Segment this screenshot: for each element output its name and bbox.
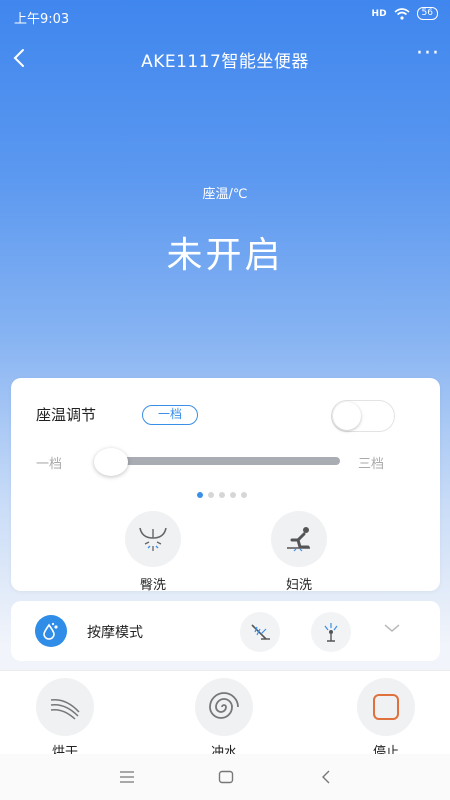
- hero-background: [0, 0, 450, 700]
- level-slider-track[interactable]: [100, 457, 340, 465]
- rear-wash-icon: [125, 511, 181, 567]
- status-time: 上午9:03: [14, 12, 70, 27]
- massage-person-icon[interactable]: [311, 612, 351, 652]
- temperature-label: 座温/℃: [202, 187, 248, 202]
- feminine-wash-icon: [271, 511, 327, 567]
- action-bar: 烘干 冲水 停止: [0, 670, 450, 760]
- flush-icon: [195, 678, 253, 736]
- flush-button[interactable]: 冲水: [184, 678, 264, 760]
- page-indicator: [197, 492, 247, 498]
- slider-max-label: 三档: [358, 457, 385, 472]
- level-badge: 一档: [142, 405, 198, 425]
- chevron-down-icon[interactable]: [383, 621, 401, 635]
- level-slider-thumb[interactable]: [94, 448, 128, 476]
- page-dot[interactable]: [241, 492, 247, 498]
- page-dot[interactable]: [208, 492, 214, 498]
- menu-icon[interactable]: [118, 768, 136, 786]
- massage-mode-bar: 按摩模式: [11, 601, 440, 661]
- back-nav-icon[interactable]: [318, 768, 336, 786]
- seat-temp-title: 座温调节: [36, 406, 97, 424]
- feminine-wash-button[interactable]: 妇洗: [259, 511, 339, 593]
- page-dot[interactable]: [230, 492, 236, 498]
- slider-min-label: 一档: [36, 457, 63, 472]
- rear-wash-button[interactable]: 臀洗: [113, 511, 193, 593]
- dry-button[interactable]: 烘干: [25, 678, 105, 760]
- stop-button[interactable]: 停止: [346, 678, 426, 760]
- title-bar: AKE1117智能坐便器 ···: [0, 38, 450, 78]
- toggle-knob: [333, 402, 361, 430]
- stop-icon: [357, 678, 415, 736]
- status-bar: 上午9:03 HD 56: [0, 0, 450, 32]
- massage-spray-icon[interactable]: [240, 612, 280, 652]
- feminine-wash-label: 妇洗: [285, 578, 312, 593]
- seat-temperature-card: 座温调节 一档 一档 三档 臀洗 妇洗: [11, 378, 440, 593]
- system-nav-bar: [0, 754, 450, 800]
- power-status: 未开启: [166, 235, 284, 276]
- battery-icon: 56: [416, 7, 438, 20]
- seat-temp-toggle[interactable]: [331, 400, 395, 432]
- rear-wash-label: 臀洗: [139, 578, 166, 593]
- page-dot[interactable]: [219, 492, 225, 498]
- massage-mode-label: 按摩模式: [87, 625, 143, 641]
- page-title: AKE1117智能坐便器: [141, 52, 309, 72]
- home-icon[interactable]: [217, 768, 235, 786]
- signal-icon: HD: [371, 8, 387, 19]
- water-drop-icon: [35, 615, 67, 647]
- status-indicators: HD 56: [372, 7, 438, 20]
- dry-icon: [36, 678, 94, 736]
- wifi-icon: [394, 7, 410, 20]
- page-dot[interactable]: [197, 492, 203, 498]
- more-icon[interactable]: ···: [416, 43, 440, 65]
